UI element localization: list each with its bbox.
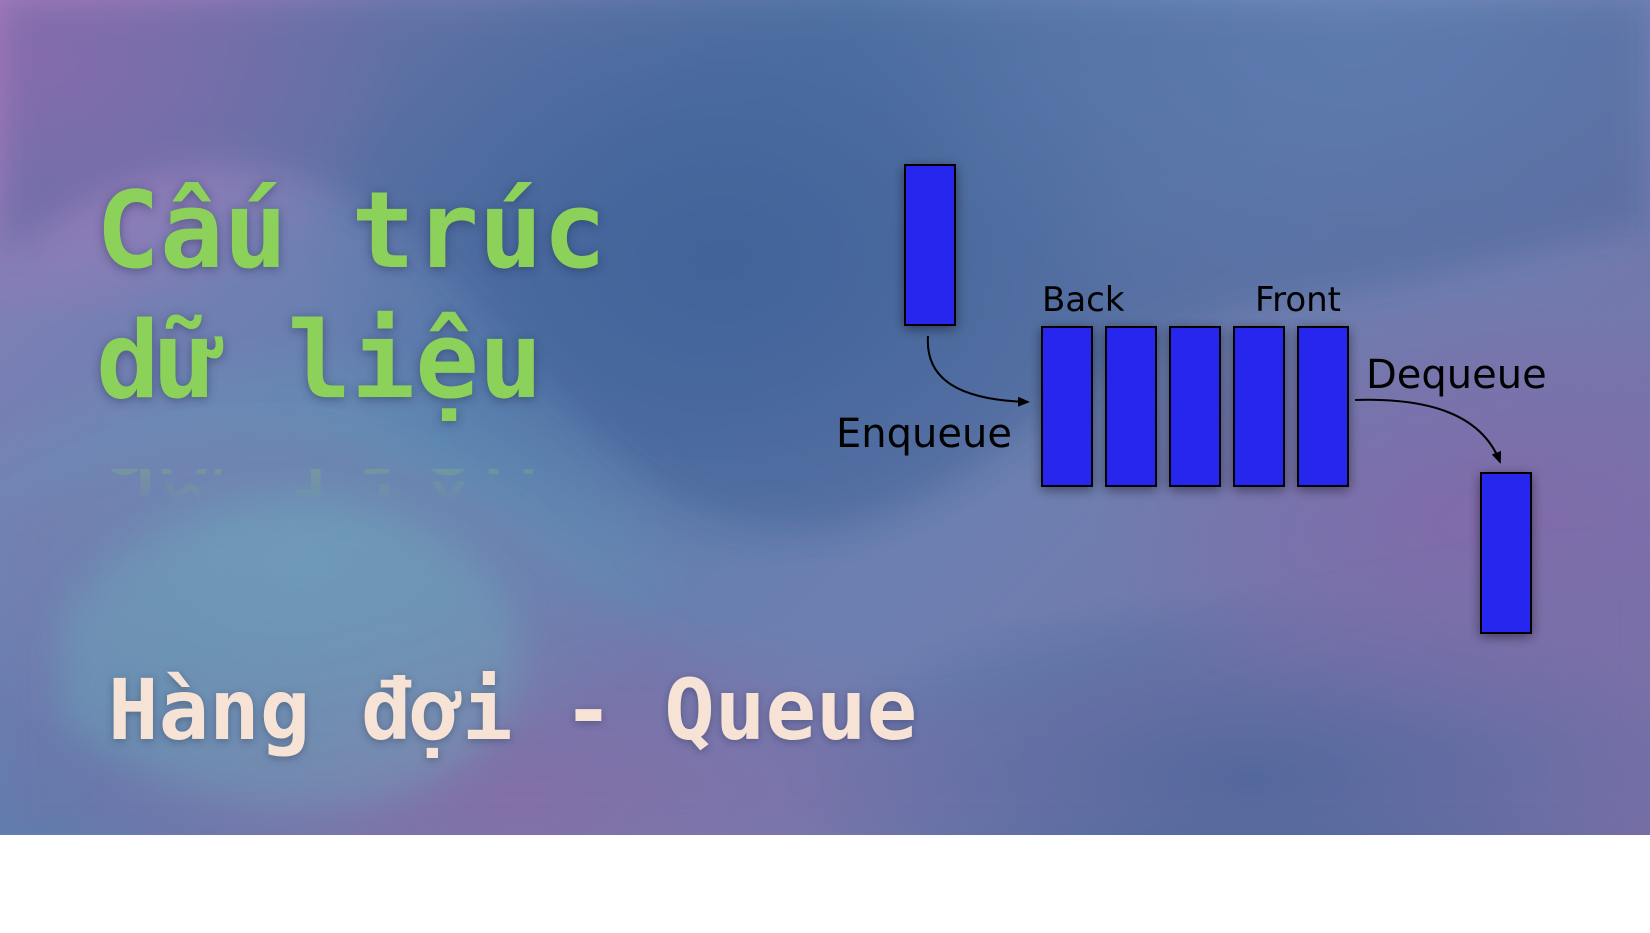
queue-block-5 <box>1297 326 1349 487</box>
front-label: Front <box>1255 280 1341 320</box>
queue-block-3 <box>1169 326 1221 487</box>
footer-blank <box>0 835 1650 933</box>
banner-background: Cấu trúc dữ liệu dữ liệu Hàng đợi - Queu… <box>0 0 1650 835</box>
queue-block-1 <box>1041 326 1093 487</box>
incoming-block-rect <box>904 164 956 326</box>
enqueue-label: Enqueue <box>836 411 1012 457</box>
queue-block-4 <box>1233 326 1285 487</box>
queue-block-2 <box>1105 326 1157 487</box>
outgoing-block <box>1480 472 1532 634</box>
dequeue-label: Dequeue <box>1366 352 1547 398</box>
queue-diagram: Enqueue Back Front Dequeue <box>836 164 1547 634</box>
back-label: Back <box>1042 280 1125 320</box>
outgoing-block-rect <box>1480 472 1532 634</box>
incoming-block <box>904 164 956 326</box>
enqueue-arrow <box>926 335 1030 407</box>
dequeue-arrow <box>1354 398 1502 464</box>
queue-blocks <box>1041 326 1349 487</box>
